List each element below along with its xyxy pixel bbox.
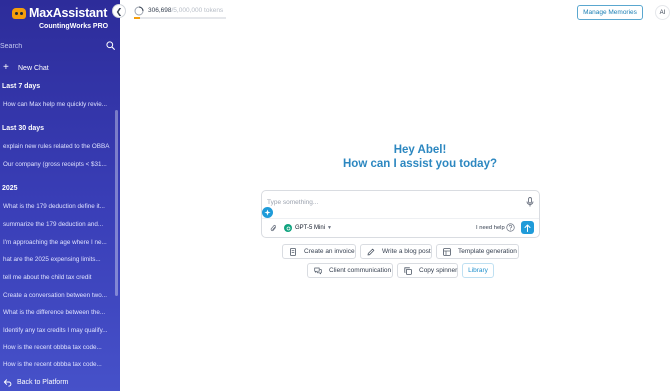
chat-history-item[interactable]: summarize the 179 deduction and... <box>3 221 113 228</box>
enhance-prompt-button[interactable] <box>262 207 273 218</box>
new-chat-button[interactable]: + New Chat <box>3 62 49 74</box>
copy-icon <box>404 266 412 275</box>
back-to-platform-label: Back to Platform <box>17 379 69 386</box>
chat-history-item[interactable]: How can Max help me quickly revie... <box>3 101 113 108</box>
brand-name: MaxAssistant <box>29 6 108 20</box>
chat-history-item[interactable]: hat are the 2025 expensing limits... <box>3 256 113 263</box>
sidebar: MaxAssistant CountingWorks PRO + New Cha… <box>0 0 120 391</box>
chat-icon <box>314 267 322 274</box>
chip-label: Write a blog post <box>382 248 431 255</box>
pencil-icon <box>367 248 375 255</box>
tokens-total: /5,000,000 tokens <box>171 7 224 14</box>
send-button[interactable] <box>521 221 534 234</box>
token-gauge-icon <box>134 6 144 16</box>
new-chat-label: New Chat <box>18 64 49 72</box>
model-name: GPT-5 Mini <box>295 225 326 231</box>
chip-copy-spinner[interactable]: Copy spinner <box>397 263 458 278</box>
token-progress-bar <box>134 17 226 19</box>
chat-history-item[interactable]: I'm approaching the age where I ne... <box>3 239 113 246</box>
avatar[interactable]: AI <box>655 5 670 20</box>
sparkle-icon <box>264 209 271 216</box>
chat-history-item[interactable]: What is the 179 deduction define it... <box>3 203 113 210</box>
brand[interactable]: MaxAssistant CountingWorks PRO <box>12 6 112 32</box>
chip-library[interactable]: Library <box>462 263 494 278</box>
template-icon <box>443 247 451 256</box>
back-arrow-icon <box>3 379 12 387</box>
chevron-left-icon: ❮ <box>115 6 123 16</box>
collapse-sidebar-button[interactable]: ❮ <box>112 4 126 18</box>
plus-icon: + <box>3 62 9 73</box>
chip-label: Template generation <box>458 248 517 255</box>
manage-memories-button[interactable]: Manage Memories <box>577 5 643 20</box>
brand-subtitle: CountingWorks PRO <box>39 23 109 30</box>
card-divider <box>262 218 539 219</box>
greeting-subtitle: How can I assist you today? <box>342 158 497 170</box>
sidebar-scrollbar[interactable] <box>115 110 118 296</box>
paperclip-icon[interactable] <box>270 224 277 233</box>
chip-label: Create an invoice <box>304 248 355 255</box>
chat-history-item[interactable]: Our company (gross receipts < $31... <box>3 161 113 168</box>
section-title-last-7-days: Last 7 days <box>2 83 41 90</box>
chip-label: Copy spinner <box>419 267 458 274</box>
chat-history-item[interactable]: How is the recent obbba tax code... <box>3 344 113 351</box>
search-icon[interactable] <box>106 41 115 50</box>
help-icon[interactable] <box>506 223 515 232</box>
greeting-title: Hey Abel! <box>393 144 447 156</box>
chat-history-item[interactable]: Create a conversation between two... <box>3 292 113 299</box>
prompt-card: GPT-5 Mini ▼ I need help <box>261 190 540 238</box>
need-help-label[interactable]: I need help <box>476 225 505 231</box>
prompt-input[interactable] <box>267 197 517 208</box>
model-selector[interactable]: GPT-5 Mini ▼ <box>284 223 332 233</box>
section-title-2025: 2025 <box>2 185 18 192</box>
chip-label: Client communication <box>329 267 392 274</box>
chip-write-blog-post[interactable]: Write a blog post <box>360 244 432 259</box>
microphone-icon[interactable] <box>526 197 534 207</box>
invoice-icon <box>290 247 296 256</box>
chat-history-item[interactable]: What is the difference between the... <box>3 309 113 316</box>
chat-history-item[interactable]: explain new rules related to the OBBA <box>3 143 113 150</box>
chat-history-item[interactable]: How is the recent obbba tax code... <box>3 361 113 368</box>
tokens-used: 306,698 <box>148 7 172 14</box>
search-input[interactable] <box>0 38 100 54</box>
chat-history-item[interactable]: Identify any tax credits I may qualify..… <box>3 327 113 334</box>
chip-client-communication[interactable]: Client communication <box>307 263 393 278</box>
arrow-up-icon <box>524 224 531 232</box>
token-usage: 306,698/5,000,000 tokens <box>148 7 223 14</box>
back-to-platform-button[interactable]: Back to Platform <box>3 378 68 387</box>
robot-logo-icon <box>12 8 26 19</box>
chevron-down-icon: ▼ <box>327 225 332 231</box>
sidebar-search <box>0 38 120 54</box>
section-title-last-30-days: Last 30 days <box>2 125 45 132</box>
chip-template-generation[interactable]: Template generation <box>436 244 519 259</box>
chip-create-invoice[interactable]: Create an invoice <box>282 244 356 259</box>
chat-history-item[interactable]: tell me about the child tax credit <box>3 274 113 281</box>
token-progress-fill <box>134 17 140 19</box>
openai-logo-icon <box>284 224 292 232</box>
